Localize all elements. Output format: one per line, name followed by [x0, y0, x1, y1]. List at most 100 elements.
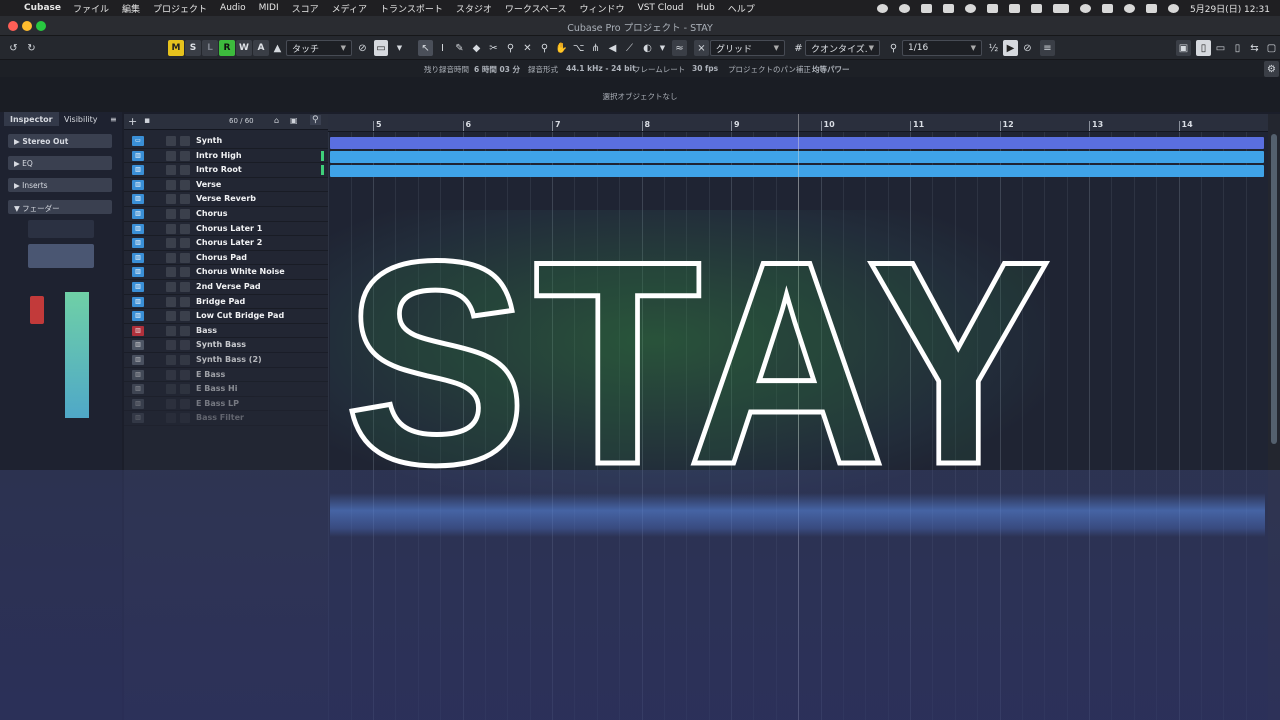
comp-tool-icon[interactable]: ⌥	[571, 40, 586, 56]
instrument-track-icon[interactable]: ▥	[132, 398, 144, 409]
mute-button[interactable]	[166, 209, 176, 219]
instrument-track-icon[interactable]: ▥	[132, 282, 144, 292]
quantize-value-dropdown[interactable]: 1/16 ▼	[902, 40, 982, 56]
inspector-section-output[interactable]: ▶ Stereo Out	[8, 134, 112, 148]
solo-button[interactable]	[180, 209, 190, 219]
automation-mode-dropdown[interactable]: タッチ ▼	[286, 40, 352, 56]
solo-button[interactable]	[180, 267, 190, 278]
table-row[interactable]: ▥ Intro Root	[124, 163, 328, 178]
instrument-track-icon[interactable]: ▥	[132, 355, 144, 365]
table-row[interactable]: ▥ Intro High	[124, 149, 328, 164]
control-center-icon[interactable]	[1146, 3, 1157, 13]
lower-zone-icon[interactable]: ▭	[1213, 40, 1228, 56]
range-select-tool-icon[interactable]: I	[435, 40, 450, 56]
mute-button[interactable]	[166, 369, 176, 380]
write-mode-button[interactable]: W	[236, 40, 252, 56]
instrument-track-icon[interactable]: ▥	[132, 179, 144, 190]
quantize-search-icon[interactable]: ⚲	[886, 40, 901, 56]
track-visibility-icon[interactable]: ▣	[290, 116, 298, 125]
table-row[interactable]: ▥ Synth Bass (2)	[124, 353, 328, 368]
mute-button[interactable]	[166, 311, 176, 322]
right-zone-icon[interactable]: ▯	[1230, 40, 1245, 56]
table-row[interactable]: ▥ Bridge Pad	[124, 295, 328, 310]
table-row[interactable]: ▥ Chorus Later 1	[124, 222, 328, 237]
automation-all-button[interactable]: A	[253, 40, 269, 56]
mute-button[interactable]	[166, 296, 176, 307]
instrument-track-icon[interactable]: ▥	[132, 340, 144, 351]
menu-project[interactable]: プロジェクト	[153, 2, 207, 15]
instrument-track-icon[interactable]: ▥	[132, 209, 144, 219]
solo-button[interactable]	[180, 223, 190, 234]
snap-type-icon[interactable]: ⨯	[694, 40, 709, 56]
mute-button[interactable]	[166, 136, 176, 146]
pan-law-value[interactable]: 均等パワー	[812, 64, 850, 75]
battery-icon[interactable]	[1053, 3, 1069, 13]
solo-button[interactable]	[180, 340, 190, 351]
table-row[interactable]: ▥ 2nd Verse Pad	[124, 280, 328, 295]
rec-format-value[interactable]: 44.1 kHz - 24 bit	[566, 64, 636, 73]
read-mode-button[interactable]: R	[219, 40, 235, 56]
undo-icon[interactable]: ↺	[6, 40, 21, 56]
table-row[interactable]: ▥ E Bass LP	[124, 397, 328, 412]
input-source-icon[interactable]	[1009, 3, 1020, 13]
solo-button[interactable]	[180, 325, 190, 336]
menu-audio[interactable]: Audio	[220, 3, 246, 13]
part-synth[interactable]	[330, 137, 1264, 149]
table-row[interactable]: ▥ Chorus White Noise	[124, 265, 328, 280]
auto-scroll-icon[interactable]: ▭	[374, 40, 388, 56]
wifi-icon[interactable]	[1080, 3, 1091, 13]
mute-button[interactable]	[166, 355, 176, 365]
solo-button[interactable]	[180, 194, 190, 205]
menu-midi[interactable]: MIDI	[259, 3, 279, 13]
instrument-track-icon[interactable]: ▥	[132, 369, 144, 380]
table-row[interactable]: ▥ E Bass	[124, 368, 328, 383]
quantize-type-dropdown[interactable]: クオンタイズ. ▼	[805, 40, 880, 56]
solo-button[interactable]	[180, 179, 190, 190]
solo-button[interactable]	[180, 311, 190, 322]
menu-score[interactable]: スコア	[292, 2, 319, 15]
search-icon[interactable]	[1124, 3, 1135, 13]
vertical-scrollbar[interactable]	[1268, 114, 1280, 720]
mute-button[interactable]	[166, 194, 176, 205]
menu-app-name[interactable]: Cubase	[24, 3, 61, 13]
solo-button[interactable]	[180, 252, 190, 263]
folder-icon[interactable]: ▭	[132, 136, 144, 146]
suspend-icon[interactable]: ⊘	[355, 40, 370, 56]
bolt-icon[interactable]	[943, 3, 954, 13]
bluetooth-icon[interactable]	[1102, 3, 1113, 13]
menu-workspace[interactable]: ワークスペース	[505, 2, 567, 15]
mute-button[interactable]	[166, 223, 176, 234]
solo-button[interactable]	[180, 282, 190, 292]
mute-button[interactable]	[166, 413, 176, 424]
menu-studio[interactable]: スタジオ	[456, 2, 492, 15]
listen-mode-button[interactable]: L	[202, 40, 218, 56]
instrument-track-icon[interactable]: ▥	[132, 267, 144, 278]
iterative-quantize-icon[interactable]: ½	[986, 40, 1001, 56]
instrument-track-icon[interactable]: ▥	[132, 296, 144, 307]
menu-vst-cloud[interactable]: VST Cloud	[638, 3, 684, 13]
table-row[interactable]: ▥ Chorus Pad	[124, 251, 328, 266]
media-icon[interactable]: ⇆	[1247, 40, 1262, 56]
menu-media[interactable]: メディア	[332, 2, 367, 15]
screen-share-icon[interactable]	[899, 3, 910, 13]
track-folder-icon[interactable]: ▪	[144, 116, 150, 126]
table-row[interactable]: ▥ E Bass Hi	[124, 382, 328, 397]
solo-button[interactable]	[180, 238, 190, 249]
grid-icon[interactable]: #	[791, 40, 806, 56]
mute-button[interactable]	[166, 165, 176, 176]
solo-button[interactable]	[180, 369, 190, 380]
mute-button[interactable]	[166, 282, 176, 292]
mute-button[interactable]	[166, 384, 176, 395]
solo-button[interactable]	[180, 136, 190, 146]
menu-transport[interactable]: トランスポート	[380, 2, 443, 15]
menu-window[interactable]: ウィンドウ	[580, 2, 625, 15]
table-row[interactable]: ▭ Synth	[124, 134, 328, 149]
table-row[interactable]: ▥ Chorus Later 2	[124, 236, 328, 251]
mute-button[interactable]	[166, 252, 176, 263]
play-tool-icon[interactable]: ◀	[605, 40, 620, 56]
pan-control[interactable]	[28, 220, 94, 238]
redo-icon[interactable]: ↻	[24, 40, 39, 56]
tab-visibility[interactable]: Visibility	[58, 112, 104, 126]
volume-icon[interactable]	[987, 3, 998, 13]
snap-type-dropdown[interactable]: グリッド ▼	[710, 40, 785, 56]
